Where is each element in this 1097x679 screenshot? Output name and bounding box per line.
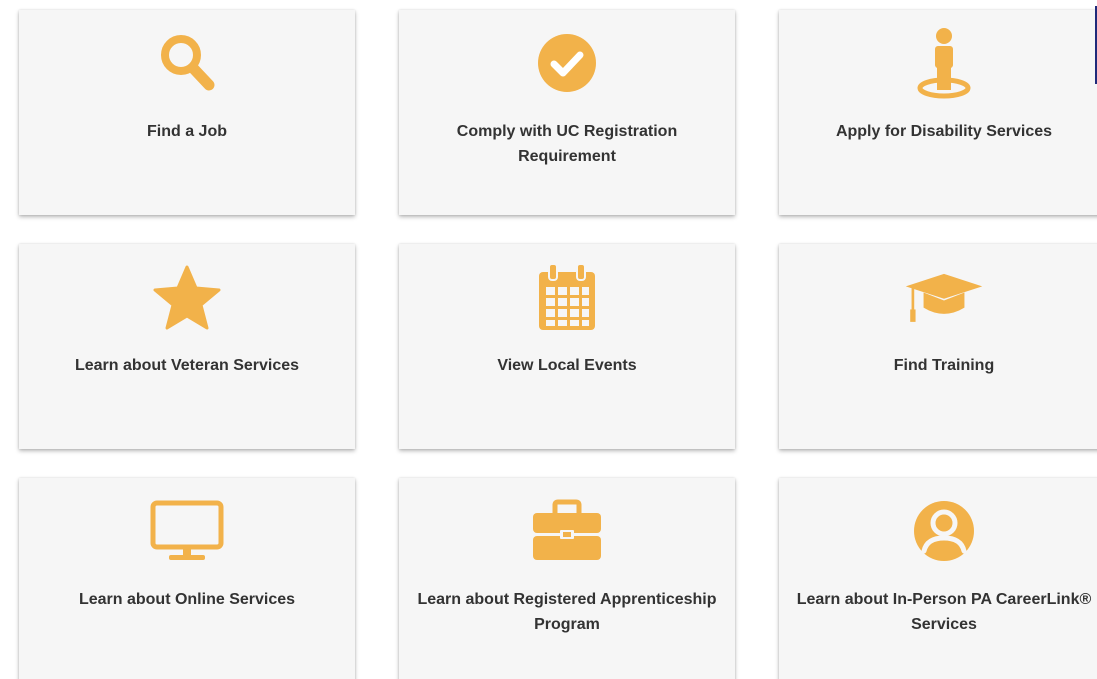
tile-online-services[interactable]: Learn about Online Services [19,478,355,679]
person-standing-icon [904,26,984,100]
tile-label: Apply for Disability Services [835,123,1053,140]
tile-label: View Local Events [497,357,637,374]
calendar-icon [527,260,607,334]
tile-veteran-services[interactable]: Learn about Veteran Services [19,244,355,449]
graduation-cap-icon [904,260,984,334]
tile-registered-apprenticeship[interactable]: Learn about Registered Apprenticeship Pr… [399,478,735,679]
services-grid: Find a Job Comply with UC Registration R… [0,0,1097,679]
star-icon [147,260,227,334]
briefcase-icon [527,494,607,568]
tile-label: Learn about Online Services [78,591,296,608]
tile-local-events[interactable]: View Local Events [399,244,735,449]
user-circle-icon [904,494,984,568]
tile-comply-uc-registration[interactable]: Comply with UC Registration Requirement [399,10,735,215]
monitor-icon [147,494,227,568]
tile-label: Learn about Registered Apprenticeship Pr… [417,591,717,633]
tile-find-training[interactable]: Find Training [779,244,1097,449]
tile-label: Learn about In-Person PA CareerLink® Ser… [796,591,1092,633]
tile-apply-disability-services[interactable]: Apply for Disability Services [779,6,1097,215]
tile-find-a-job[interactable]: Find a Job [19,10,355,215]
tile-in-person-careerlink[interactable]: Learn about In-Person PA CareerLink® Ser… [779,478,1097,679]
tile-label: Find a Job [147,123,227,140]
tile-label: Learn about Veteran Services [74,357,300,374]
tile-label: Comply with UC Registration Requirement [456,123,678,165]
search-icon [147,26,227,100]
tile-label: Find Training [893,357,995,374]
check-circle-icon [527,26,607,100]
